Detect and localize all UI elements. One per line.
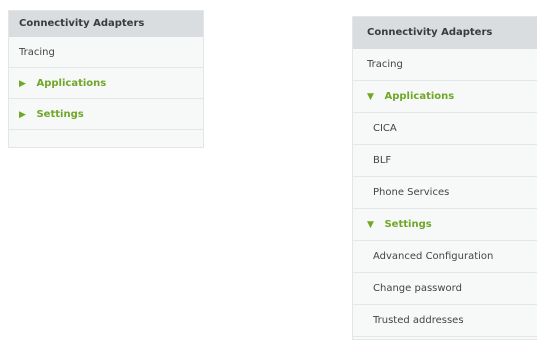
- nav-item-label: Trusted addresses: [373, 315, 464, 326]
- nav-item-advanced-configuration[interactable]: Advanced Configuration: [353, 241, 537, 273]
- nav-item-phone-services[interactable]: Phone Services: [353, 177, 537, 209]
- triangle-right-icon: ▶: [19, 79, 26, 89]
- nav-item-label: Tracing: [19, 47, 55, 58]
- nav-item-change-password[interactable]: Change password: [353, 273, 537, 305]
- panel-header: Connectivity Adapters: [9, 11, 203, 37]
- nav-item-label: Phone Services: [373, 187, 450, 198]
- triangle-right-icon: ▶: [19, 110, 26, 120]
- panel-header: Connectivity Adapters: [353, 17, 537, 49]
- nav-item-label: Advanced Configuration: [373, 251, 494, 262]
- nav-item-label: BLF: [373, 155, 392, 166]
- nav-item-label: Tracing: [367, 59, 403, 70]
- nav-section-applications[interactable]: ▼ Applications: [353, 81, 537, 113]
- triangle-down-icon: ▼: [367, 92, 374, 102]
- nav-item-trusted-addresses[interactable]: Trusted addresses: [353, 305, 537, 337]
- nav-item-tracing[interactable]: Tracing: [353, 49, 537, 81]
- nav-item-tracing[interactable]: Tracing: [9, 37, 203, 68]
- nav-section-label: Settings: [36, 109, 84, 120]
- nav-section-settings[interactable]: ▼ Settings: [353, 209, 537, 241]
- nav-item-label: CICA: [373, 123, 397, 134]
- nav-item-cica[interactable]: CICA: [353, 113, 537, 145]
- nav-item-label: Change password: [373, 283, 462, 294]
- nav-section-label: Applications: [384, 91, 455, 102]
- nav-item-blf[interactable]: BLF: [353, 145, 537, 177]
- nav-section-settings[interactable]: ▶ Settings: [9, 99, 203, 130]
- nav-panel-collapsed: Connectivity Adapters Tracing ▶ Applicat…: [8, 10, 204, 148]
- triangle-down-icon: ▼: [367, 220, 374, 230]
- nav-section-label: Settings: [384, 219, 432, 230]
- nav-section-label: Applications: [36, 78, 107, 89]
- nav-panel-expanded: Connectivity Adapters Tracing ▼ Applicat…: [352, 16, 537, 340]
- nav-section-applications[interactable]: ▶ Applications: [9, 68, 203, 99]
